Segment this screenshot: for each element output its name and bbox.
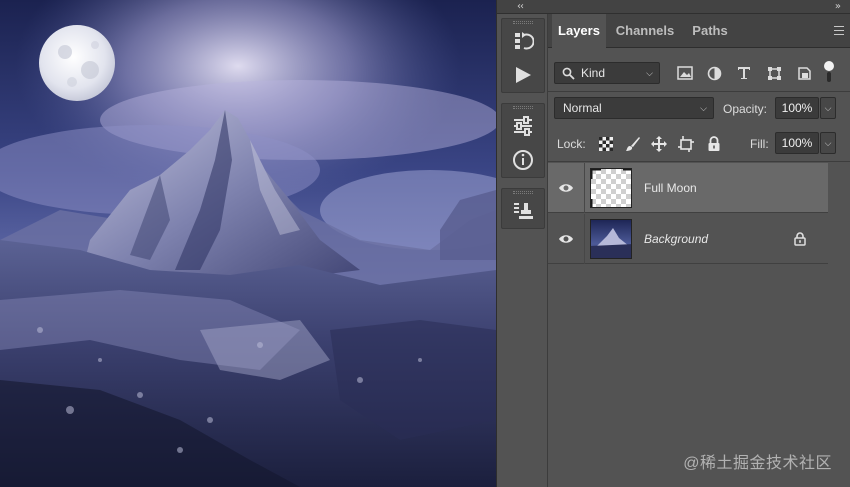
lock-row: Lock: Fill: 100% ⌵: [548, 132, 850, 156]
layer-lock-icon[interactable]: [794, 232, 806, 251]
separator: [584, 214, 585, 264]
chevron-down-icon: ⌵: [700, 103, 707, 113]
opacity-input[interactable]: 100%: [775, 97, 819, 119]
document-canvas[interactable]: [0, 0, 496, 487]
clone-source-icon[interactable]: [502, 194, 544, 228]
lock-label: Lock:: [557, 137, 586, 151]
moon: [39, 25, 115, 101]
blend-row: Normal ⌵ Opacity: 100% ⌵: [548, 97, 850, 121]
layer-name[interactable]: Full Moon: [644, 163, 697, 213]
image-filter-icon[interactable]: [676, 64, 694, 82]
opacity-label: Opacity:: [723, 102, 768, 116]
layer-row-background[interactable]: Background: [548, 214, 828, 264]
layers-panel: Layers Channels Paths Kind ⌵ Normal ⌵ Op…: [548, 14, 850, 487]
search-icon: [562, 67, 575, 80]
watermark-text: @稀土掘金技术社区: [683, 455, 832, 472]
fill-input[interactable]: 100%: [775, 132, 819, 154]
filter-row: Kind ⌵: [548, 60, 850, 86]
collapsed-panels-strip: ‹‹: [496, 0, 549, 487]
panel-dock-header: »: [548, 0, 850, 14]
history-icon[interactable]: [502, 24, 544, 58]
tool-group-history: [501, 18, 545, 93]
collapse-icon[interactable]: ‹‹: [517, 1, 524, 13]
visibility-eye-icon[interactable]: [558, 232, 574, 250]
lock-artboard-icon[interactable]: [677, 135, 695, 153]
tab-channels[interactable]: Channels: [610, 14, 680, 48]
chevron-down-icon: ⌵: [646, 68, 653, 78]
visibility-eye-icon[interactable]: [558, 181, 574, 199]
smart-object-filter-icon[interactable]: [795, 64, 813, 82]
filter-toggle-icon[interactable]: [822, 60, 836, 84]
layer-row-full-moon[interactable]: Full Moon: [548, 163, 828, 213]
divider: [548, 91, 850, 92]
tool-group-clone: [501, 188, 545, 229]
panel-tabs: Layers Channels Paths: [548, 14, 850, 49]
blend-mode-dropdown[interactable]: Normal ⌵: [554, 97, 714, 119]
lock-transparent-pixels-icon[interactable]: [597, 135, 615, 153]
opacity-chevron-icon[interactable]: ⌵: [820, 97, 836, 119]
tab-layers[interactable]: Layers: [552, 14, 606, 49]
tab-paths[interactable]: Paths: [684, 14, 736, 48]
fill-label: Fill:: [750, 137, 769, 151]
filter-kind-label: Kind: [581, 66, 606, 80]
adjustment-filter-icon[interactable]: [705, 64, 723, 82]
fill-chevron-icon[interactable]: ⌵: [820, 132, 836, 154]
lock-position-icon[interactable]: [650, 135, 668, 153]
layer-thumbnail: [590, 168, 632, 208]
adjustments-icon[interactable]: [502, 109, 544, 143]
separator: [584, 163, 585, 213]
shape-filter-icon[interactable]: [765, 64, 783, 82]
tool-group-adjust: [501, 103, 545, 178]
layer-thumbnail: [590, 219, 632, 259]
divider: [548, 161, 850, 162]
layer-name[interactable]: Background: [644, 214, 708, 264]
mountain-moon-photo: [0, 0, 496, 487]
actions-play-icon[interactable]: [502, 58, 544, 92]
blend-mode-label: Normal: [563, 101, 602, 115]
lock-all-icon[interactable]: [705, 135, 723, 153]
filter-kind-dropdown[interactable]: Kind ⌵: [554, 62, 660, 84]
info-icon[interactable]: [502, 143, 544, 177]
type-filter-icon[interactable]: [735, 64, 753, 82]
collapse-panel-icon[interactable]: »: [835, 1, 841, 13]
strip-header: ‹‹: [497, 0, 549, 14]
panel-menu-icon[interactable]: [834, 26, 844, 35]
lock-image-pixels-icon[interactable]: [624, 135, 642, 153]
